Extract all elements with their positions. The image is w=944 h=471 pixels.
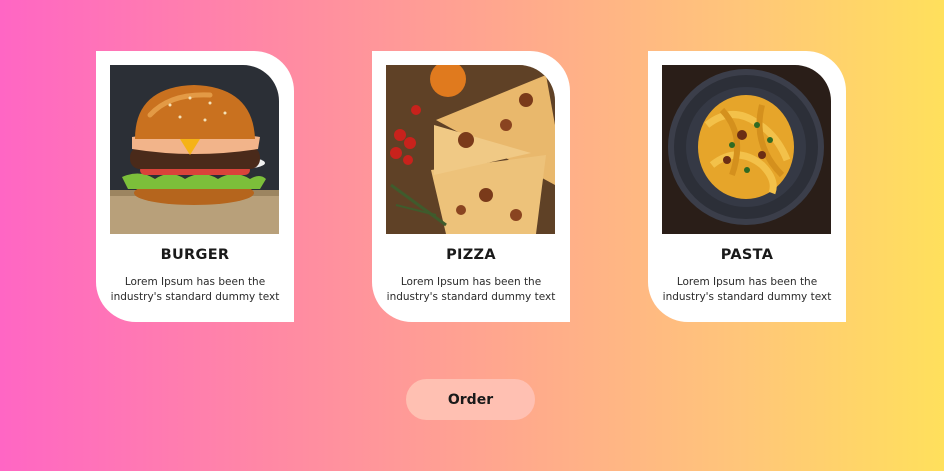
- pizza-image: [386, 65, 555, 234]
- food-card-pizza[interactable]: PIZZA Lorem Ipsum has been the industry'…: [372, 51, 570, 322]
- card-title: PIZZA: [446, 247, 496, 263]
- pasta-image: [662, 65, 831, 234]
- order-button[interactable]: Order: [406, 379, 535, 420]
- food-card-pasta[interactable]: PASTA Lorem Ipsum has been the industry'…: [648, 51, 846, 322]
- card-description: Lorem Ipsum has been the industry's stan…: [662, 276, 832, 303]
- card-description: Lorem Ipsum has been the industry's stan…: [386, 276, 556, 303]
- card-description: Lorem Ipsum has been the industry's stan…: [110, 276, 280, 303]
- card-title: PASTA: [720, 247, 774, 263]
- food-card-burger[interactable]: BURGER Lorem Ipsum has been the industry…: [96, 51, 294, 322]
- burger-image: [110, 65, 279, 234]
- card-title: BURGER: [160, 247, 230, 263]
